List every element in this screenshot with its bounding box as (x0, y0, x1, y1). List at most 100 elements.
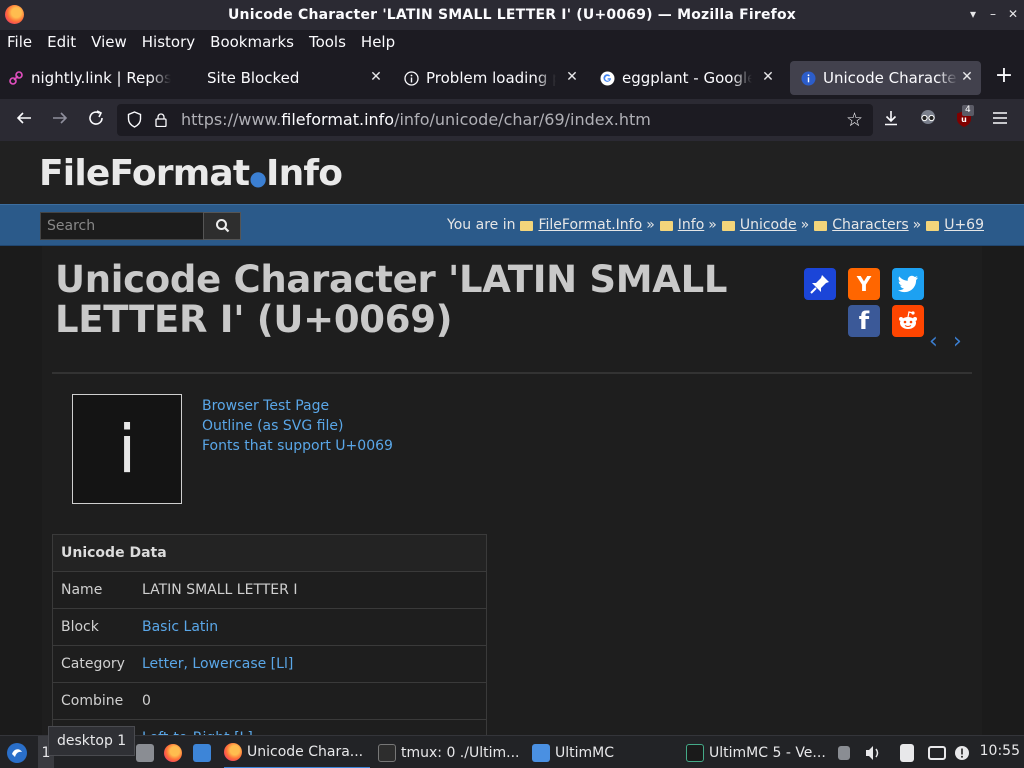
facebook-share-icon[interactable]: f (848, 305, 880, 337)
bookmark-star-icon[interactable]: ☆ (846, 109, 863, 131)
tab-site-blocked[interactable]: Site Blocked ✕ (207, 61, 390, 95)
web-page: FileFormat●Info Search You are in FileFo… (0, 141, 1024, 735)
character-glyph: i (72, 394, 182, 504)
page-title: Unicode Character 'LATIN SMALL LETTER I'… (55, 258, 728, 341)
folder-launcher-icon[interactable] (193, 736, 216, 768)
close-tab-icon[interactable]: ✕ (760, 69, 776, 85)
hamburger-menu-icon[interactable] (989, 109, 1011, 131)
menu-file[interactable]: File (7, 33, 32, 51)
navigation-toolbar: https://www.fileformat.info/info/unicode… (0, 99, 1024, 141)
folder-icon (659, 221, 673, 231)
breadcrumb-u69[interactable]: U+69 (944, 217, 984, 233)
workspace-tooltip: desktop 1 (48, 726, 136, 756)
twitter-share-icon[interactable] (892, 268, 924, 300)
close-window-icon[interactable]: ✕ (1005, 6, 1021, 22)
folder-icon (721, 221, 735, 231)
browser-test-page-link[interactable]: Browser Test Page (202, 396, 393, 416)
clock: 10:55 (979, 743, 1020, 759)
minimize-icon[interactable]: – (985, 6, 1001, 22)
search-button[interactable] (203, 212, 241, 240)
divider (52, 372, 972, 374)
row-value: 0 (142, 693, 151, 709)
app-menu-icon[interactable] (6, 736, 28, 768)
info-icon (403, 70, 419, 86)
site-logo[interactable]: FileFormat●Info (39, 153, 343, 194)
tab-label: Problem loading page (426, 69, 556, 87)
back-button[interactable] (13, 109, 35, 131)
extension-glasses-icon[interactable] (917, 109, 939, 131)
volume-icon[interactable] (864, 736, 882, 768)
previous-char-chevron-icon[interactable]: ‹ (929, 329, 938, 354)
terminal-icon (378, 743, 396, 762)
reload-button[interactable] (85, 109, 107, 131)
outline-svg-link[interactable]: Outline (as SVG file) (202, 416, 393, 436)
breadcrumb-unicode[interactable]: Unicode (740, 217, 797, 233)
row-key: Combine (61, 693, 124, 709)
breadcrumb-info[interactable]: Info (678, 217, 705, 233)
new-tab-button[interactable]: + (993, 65, 1015, 88)
reddit-share-icon[interactable] (892, 305, 924, 337)
tab-label: Site Blocked (207, 69, 300, 87)
forward-button[interactable] (49, 109, 71, 131)
breadcrumb-fileformat-info[interactable]: FileFormat.Info (538, 217, 642, 233)
tab-label: eggplant - Google Se (622, 69, 752, 87)
site-search-input[interactable]: Search (40, 212, 204, 240)
search-icon (216, 219, 230, 233)
row-key: Name (61, 582, 103, 598)
bidi-link[interactable]: Left-to-Right [L] (142, 720, 253, 735)
tab-unicode-character[interactable]: Unicode Character ✕ (790, 61, 981, 95)
close-tab-icon[interactable]: ✕ (368, 69, 384, 85)
google-icon (599, 70, 615, 86)
taskbar-item-ultimmc-5[interactable]: UltimMC 5 - Ve... (686, 736, 832, 768)
tab-nightly-link[interactable]: nightly.link | Repos (8, 61, 196, 95)
file-manager-launcher-icon[interactable] (136, 736, 159, 768)
downloads-icon[interactable] (880, 109, 902, 131)
table-row: Name LATIN SMALL LETTER I (53, 572, 486, 609)
firefox-icon (224, 742, 242, 761)
notification-icon[interactable] (954, 736, 970, 768)
menu-edit[interactable]: Edit (47, 33, 76, 51)
block-link[interactable]: Basic Latin (142, 609, 218, 645)
folder-icon (814, 221, 828, 231)
breadcrumb-characters[interactable]: Characters (832, 217, 908, 233)
char-links: Browser Test Page Outline (as SVG file) … (202, 396, 393, 456)
url-bar[interactable]: https://www.fileformat.info/info/unicode… (117, 104, 873, 136)
menu-view[interactable]: View (91, 33, 127, 51)
ublock-origin-icon[interactable]: u 4 (953, 105, 975, 131)
taskbar-item-tmux[interactable]: tmux: 0 ./Ultim... (378, 736, 524, 768)
tab-google-eggplant[interactable]: eggplant - Google Se ✕ (599, 61, 782, 95)
tab-problem-loading[interactable]: Problem loading page ✕ (403, 61, 586, 95)
tracking-protection-shield-icon[interactable] (127, 111, 142, 128)
url-text[interactable]: https://www.fileformat.info/info/unicode… (181, 110, 651, 129)
window-titlebar: Unicode Character 'LATIN SMALL LETTER I'… (0, 0, 1024, 30)
menu-tools[interactable]: Tools (309, 33, 346, 51)
menu-bookmarks[interactable]: Bookmarks (210, 33, 294, 51)
next-char-chevron-icon[interactable]: › (953, 329, 962, 354)
table-row: Combine 0 (53, 683, 486, 720)
lock-icon[interactable] (155, 112, 167, 128)
site-header: FileFormat●Info (0, 141, 1024, 204)
info-icon (800, 70, 816, 86)
breadcrumb: You are in FileFormat.Info» Info» Unicod… (447, 217, 984, 233)
hackernews-share-icon[interactable]: Y (848, 268, 880, 300)
firefox-icon (5, 5, 24, 24)
fonts-support-link[interactable]: Fonts that support U+0069 (202, 436, 393, 456)
menu-help[interactable]: Help (361, 33, 395, 51)
category-link[interactable]: Letter, Lowercase [Ll] (142, 646, 293, 682)
network-icon[interactable] (928, 736, 951, 768)
pinboard-share-icon[interactable] (804, 268, 836, 300)
menu-history[interactable]: History (142, 33, 195, 51)
close-tab-icon[interactable]: ✕ (959, 69, 975, 85)
folder-icon (520, 221, 534, 231)
window-menu-icon[interactable]: ▾ (965, 6, 981, 22)
taskbar-item-firefox[interactable]: Unicode Chara... (224, 736, 370, 768)
tray-scroll-icon[interactable] (838, 736, 855, 768)
main-content: Unicode Character 'LATIN SMALL LETTER I'… (42, 246, 982, 735)
row-key: Category (61, 656, 125, 672)
taskbar: 1 Unicode Chara... tmux: 0 ./Ultim... Ul… (0, 735, 1024, 768)
unicode-data-table: Unicode Data Name LATIN SMALL LETTER I B… (52, 534, 487, 735)
close-tab-icon[interactable]: ✕ (564, 69, 580, 85)
taskbar-item-ultimmc[interactable]: UltimMC (532, 736, 678, 768)
firefox-launcher-icon[interactable] (164, 736, 187, 768)
clipboard-icon[interactable] (900, 736, 919, 768)
